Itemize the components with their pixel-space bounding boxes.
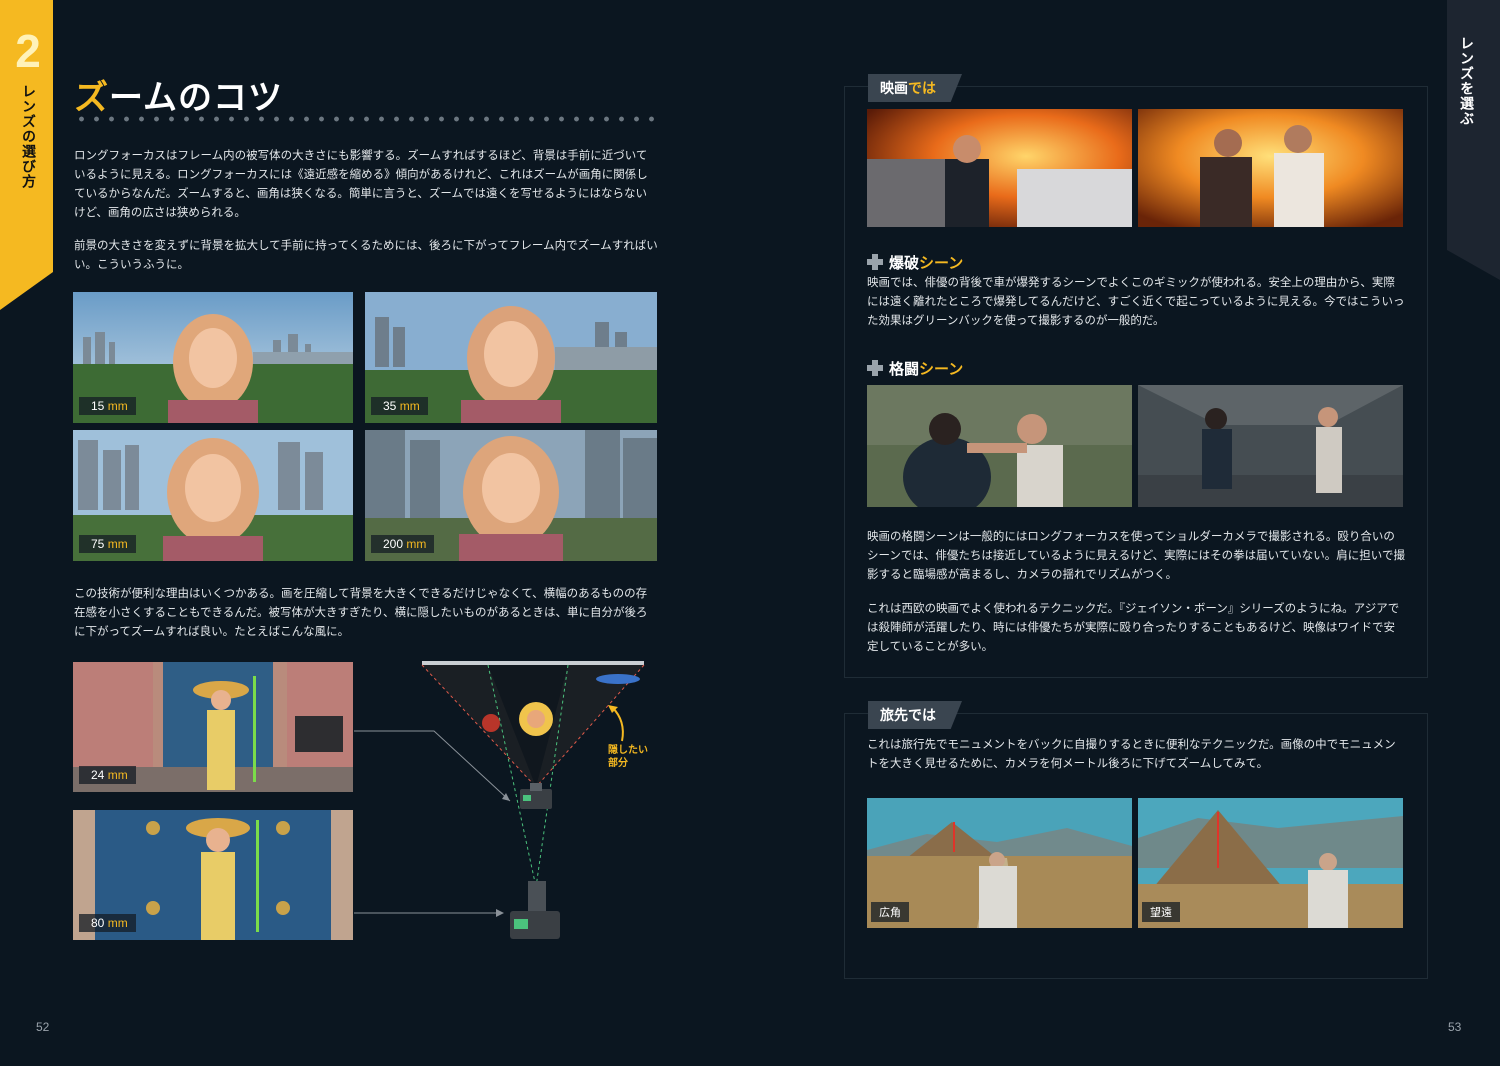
fight-photo-1 bbox=[867, 385, 1132, 507]
focal-label-80: 80 mm bbox=[79, 914, 136, 932]
title-rest: ームのコツ bbox=[109, 78, 283, 118]
photo-80mm: 80 mm bbox=[73, 810, 353, 940]
photo-15mm: 15 mm bbox=[73, 292, 353, 423]
method-paragraph: 前景の大きさを変えずに背景を拡大して手前に持ってくるためには、後ろに下がってフレ… bbox=[74, 238, 658, 271]
telephoto-photo: 望遠 bbox=[1138, 798, 1403, 928]
photo-24mm: 24 mm bbox=[73, 662, 353, 792]
photo-200mm: 200 mm bbox=[365, 430, 657, 561]
focal-label-35: 35 mm bbox=[371, 397, 428, 415]
angle-of-view-diagram: 隠したい 部分 bbox=[354, 661, 648, 939]
section-tab-label: レンズを選ぶ bbox=[1458, 36, 1474, 126]
plus-icon bbox=[867, 254, 883, 270]
movie-section-tag: 映画では bbox=[868, 74, 962, 102]
photo-35mm: 35 mm bbox=[365, 292, 657, 423]
title-accent: ズ bbox=[74, 78, 109, 118]
fight-heading: 格闘シーン bbox=[867, 358, 963, 379]
chapter-number: 2 bbox=[15, 25, 41, 77]
dotted-divider bbox=[74, 116, 658, 122]
focal-label-75: 75 mm bbox=[79, 535, 136, 553]
explosion-photo-2 bbox=[1138, 109, 1403, 227]
photo-75mm: 75 mm bbox=[73, 430, 353, 561]
page-number-left: 52 bbox=[36, 1020, 50, 1034]
wide-label: 広角 bbox=[871, 902, 909, 922]
travel-section-tag: 旅先では bbox=[868, 701, 962, 729]
travel-text: これは旅行先でモニュメントをバックに自撮りするときに便利なテクニックだ。画像の中… bbox=[867, 737, 1396, 770]
explosion-heading: 爆破シーン bbox=[867, 252, 963, 273]
page-title: ズームのコツ bbox=[74, 70, 283, 119]
hidden-label-line2: 部分 bbox=[608, 756, 628, 769]
camera-far-icon bbox=[510, 881, 560, 939]
page-number-right: 53 bbox=[1448, 1020, 1462, 1034]
tele-label: 望遠 bbox=[1142, 902, 1180, 922]
focal-label-15: 15 mm bbox=[79, 397, 136, 415]
focal-label-200: 200 mm bbox=[371, 535, 435, 553]
focal-label-24: 24 mm bbox=[79, 766, 136, 784]
camera-near-icon bbox=[520, 783, 552, 809]
plus-icon bbox=[867, 360, 883, 376]
fight-text-2: これは西欧の映画でよく使われるテクニックだ。『ジェイソン・ボーン』シリーズのよう… bbox=[867, 601, 1400, 653]
fight-text-1: 映画の格闘シーンは一般的にはロングフォーカスを使ってショルダーカメラで撮影される… bbox=[867, 529, 1405, 581]
intro-paragraph: ロングフォーカスはフレーム内の被写体の大きさにも影響する。ズームすればするほど、… bbox=[74, 148, 648, 219]
reason-paragraph: この技術が便利な理由はいくつかある。画を圧縮して背景を大きくできるだけじゃなくて… bbox=[74, 586, 648, 638]
explosion-photo-1 bbox=[867, 109, 1132, 227]
explosion-text: 映画では、俳優の背後で車が爆発するシーンでよくこのギミックが使われる。安全上の理… bbox=[867, 275, 1405, 327]
wide-angle-photo: 広角 bbox=[867, 798, 1132, 928]
hidden-label-line1: 隠したい bbox=[608, 743, 648, 756]
chapter-label: レンズの選び方 bbox=[20, 84, 36, 189]
fight-photo-2 bbox=[1138, 385, 1403, 507]
